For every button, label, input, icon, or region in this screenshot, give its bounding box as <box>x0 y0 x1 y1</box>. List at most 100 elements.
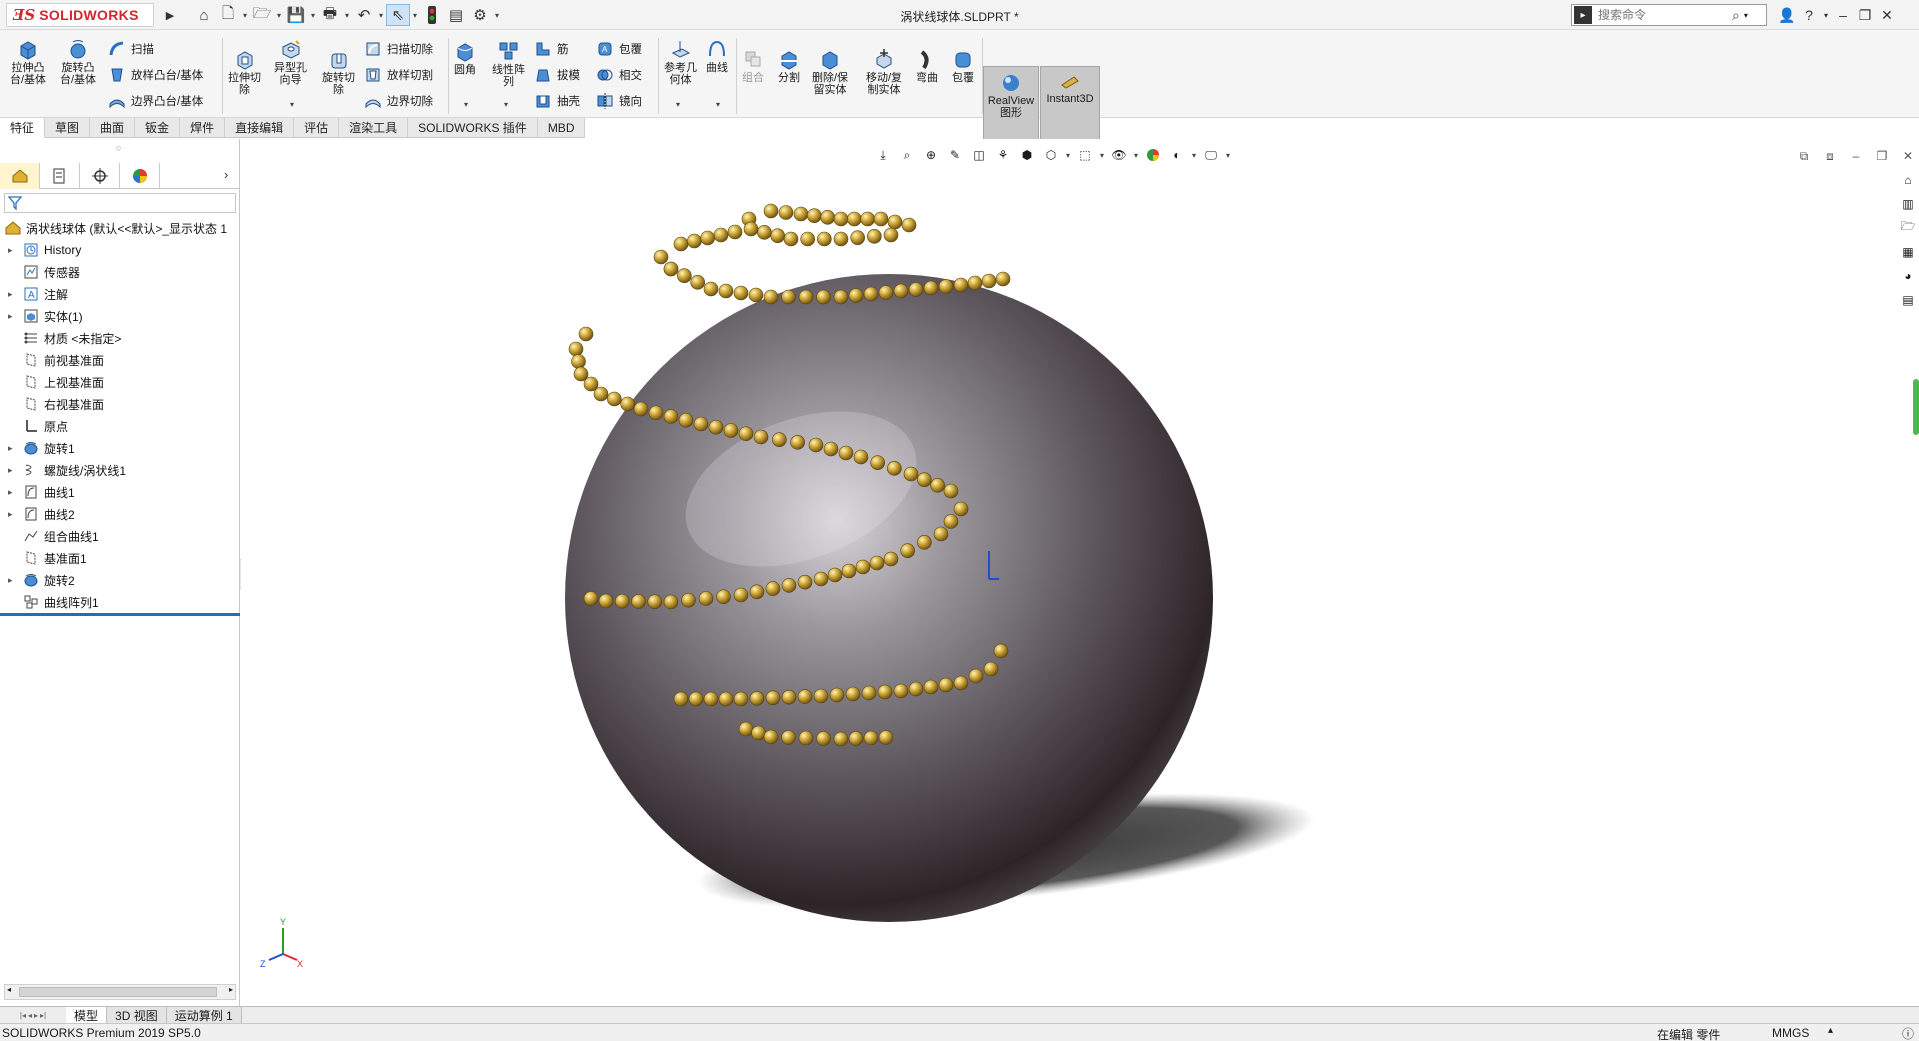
last-tab-icon[interactable]: ▸| <box>40 1011 46 1020</box>
expand-arrow-icon[interactable]: ▸ <box>8 575 20 586</box>
tab-weldments[interactable]: 焊件 <box>180 118 226 138</box>
select-caret-icon[interactable]: ▾ <box>410 11 420 20</box>
revolve-boss-button[interactable]: 旋转凸 台/基体 <box>60 38 96 86</box>
tree-item[interactable]: 右视基准面 <box>0 393 240 415</box>
custom-properties-icon[interactable]: ▤ <box>1897 289 1919 310</box>
tree-item[interactable]: 前视基准面 <box>0 349 240 371</box>
graphics-vertical-handle[interactable] <box>1913 379 1919 435</box>
shell-button[interactable]: 抽壳 <box>534 92 580 110</box>
save-caret-icon[interactable]: ▾ <box>308 11 318 20</box>
tab-direct-editing[interactable]: 直接编辑 <box>225 118 295 138</box>
next-tab-icon[interactable]: ▸ <box>34 1011 38 1020</box>
delete-keep-body-button[interactable]: 删除/保 留实体 <box>812 48 848 96</box>
file-explorer-icon[interactable]: 🗁 <box>1897 217 1919 238</box>
linear-pattern-button[interactable]: 线性阵 列 <box>492 40 525 88</box>
combine-button[interactable]: 组合 <box>742 48 764 84</box>
revolve-cut-button[interactable]: 旋转切 除 <box>322 48 355 96</box>
sweep-button[interactable]: 扫描 <box>108 40 154 58</box>
tree-item[interactable]: ▸ 实体(1) <box>0 305 240 327</box>
search-mode-icon[interactable]: ▸ <box>1574 6 1592 24</box>
user-icon[interactable]: 👤 <box>1776 4 1798 26</box>
tab-model[interactable]: 模型 <box>66 1007 108 1024</box>
appearances-icon[interactable]: ◕ <box>1897 265 1919 286</box>
tree-item[interactable]: ▸ 曲线1 <box>0 481 240 503</box>
feature-manager-tab[interactable] <box>0 163 40 189</box>
tab-navigation[interactable]: |◂ ◂ ▸ ▸| <box>0 1007 66 1024</box>
search-icon[interactable]: ⌕ <box>1732 7 1740 24</box>
tree-item[interactable]: ▸ History <box>0 239 240 261</box>
instant3d-button[interactable]: Instant3D <box>1040 66 1100 144</box>
sphere-body[interactable] <box>565 274 1213 922</box>
first-tab-icon[interactable]: |◂ <box>20 1011 26 1020</box>
minimize-icon[interactable]: – <box>1832 4 1854 26</box>
reference-caret-icon[interactable]: ▾ <box>676 100 680 109</box>
tab-mbd[interactable]: MBD <box>537 118 586 138</box>
hole-wizard-button[interactable]: 异型孔 向导 <box>274 38 307 86</box>
expand-arrow-icon[interactable]: ▸ <box>8 311 20 322</box>
flex-button[interactable]: 弯曲 <box>916 48 938 84</box>
home-icon[interactable]: ⌂ <box>192 4 216 26</box>
file-properties-icon[interactable]: ▤ <box>444 4 468 26</box>
curves-caret-icon[interactable]: ▾ <box>716 100 720 109</box>
prev-tab-icon[interactable]: ◂ <box>28 1011 32 1020</box>
extrude-boss-button[interactable]: 拉伸凸 台/基体 <box>10 38 46 86</box>
fillet-button[interactable]: 圆角 <box>454 40 476 76</box>
units-caret-icon[interactable]: ▴ <box>1828 1025 1833 1036</box>
rebuild-icon[interactable] <box>420 4 444 26</box>
reference-geometry-button[interactable]: 参考几 何体 <box>664 38 697 86</box>
scroll-thumb[interactable] <box>19 987 217 997</box>
realview-button[interactable]: RealView 图形 <box>983 66 1039 144</box>
swept-cut-button[interactable]: 扫描切除 <box>364 40 433 58</box>
print-icon[interactable]: 🖶 <box>318 4 342 26</box>
tree-item[interactable]: ▸ 旋转1 <box>0 437 240 459</box>
tab-motion-study[interactable]: 运动算例 1 <box>166 1007 242 1024</box>
fillet-caret-icon[interactable]: ▾ <box>464 100 468 109</box>
boundary-boss-button[interactable]: 边界凸台/基体 <box>108 92 203 110</box>
display-manager-tab[interactable] <box>120 163 160 189</box>
options-gear-icon[interactable]: ⚙ <box>468 4 492 26</box>
rollback-bar[interactable] <box>0 613 240 616</box>
restore-icon[interactable]: ❐ <box>1854 4 1876 26</box>
wrap-button[interactable]: A 包覆 <box>596 40 642 58</box>
rib-button[interactable]: 筋 <box>534 40 569 58</box>
undo-caret-icon[interactable]: ▾ <box>376 11 386 20</box>
expand-arrow-icon[interactable]: ▸ <box>8 443 20 454</box>
tab-sheet-metal[interactable]: 钣金 <box>135 118 181 138</box>
tree-filter[interactable] <box>4 193 236 213</box>
graphics-area[interactable]: ⤓ ⌕ ⊕ ✎ ◫ ⚘ ⬢ ⬡ ▾ ⬚ ▾ 👁 ▾ ◐ ▾ 🖵 ▾ ⧉ ⧈ – ❐ ✕ <box>241 139 1919 1006</box>
options-caret-icon[interactable]: ▾ <box>492 11 502 20</box>
tree-item[interactable]: ▸ 螺旋线/涡状线1 <box>0 459 240 481</box>
new-document-icon[interactable]: 🗋 <box>216 4 240 26</box>
solidworks-logo[interactable]: ƎS SOLIDWORKS <box>6 3 154 27</box>
tree-horizontal-scrollbar[interactable]: ◂ ▸ <box>4 984 236 1000</box>
move-copy-body-button[interactable]: 移动/复 制实体 <box>866 48 902 96</box>
search-input[interactable] <box>1598 6 1728 24</box>
view-palette-icon[interactable]: ▦ <box>1897 241 1919 262</box>
tab-features[interactable]: 特征 <box>0 118 46 138</box>
configuration-manager-tab[interactable] <box>80 163 120 189</box>
tab-render-tools[interactable]: 渲染工具 <box>339 118 409 138</box>
boundary-cut-button[interactable]: 边界切除 <box>364 92 433 110</box>
tab-addins[interactable]: SOLIDWORKS 插件 <box>408 118 538 138</box>
extrude-cut-button[interactable]: 拉伸切 除 <box>228 48 261 96</box>
loft-boss-button[interactable]: 放样凸台/基体 <box>108 66 203 84</box>
expand-arrow-icon[interactable]: ▸ <box>8 245 20 256</box>
help-icon[interactable]: ? <box>1798 4 1820 26</box>
expand-arrow-icon[interactable]: ▸ <box>8 289 20 300</box>
tab-surfaces[interactable]: 曲面 <box>90 118 136 138</box>
search-caret-icon[interactable]: ▾ <box>1744 11 1748 20</box>
tree-item[interactable]: 组合曲线1 <box>0 525 240 547</box>
split-button[interactable]: 分割 <box>778 48 800 84</box>
property-manager-tab[interactable] <box>40 163 80 189</box>
tree-item[interactable]: 原点 <box>0 415 240 437</box>
expand-arrow-icon[interactable]: ▸ <box>8 509 20 520</box>
tree-item[interactable]: 材质 <未指定> <box>0 327 240 349</box>
select-cursor-icon[interactable]: ⇖ <box>386 4 410 26</box>
mirror-button[interactable]: 镜向 <box>596 92 642 110</box>
unit-system[interactable]: MMGS <box>1772 1026 1809 1040</box>
expand-arrow-icon[interactable]: ▸ <box>8 487 20 498</box>
curves-button[interactable]: 曲线 <box>706 38 728 74</box>
print-caret-icon[interactable]: ▾ <box>342 11 352 20</box>
intersect-button[interactable]: 相交 <box>596 66 642 84</box>
draft-button[interactable]: 拔模 <box>534 66 580 84</box>
